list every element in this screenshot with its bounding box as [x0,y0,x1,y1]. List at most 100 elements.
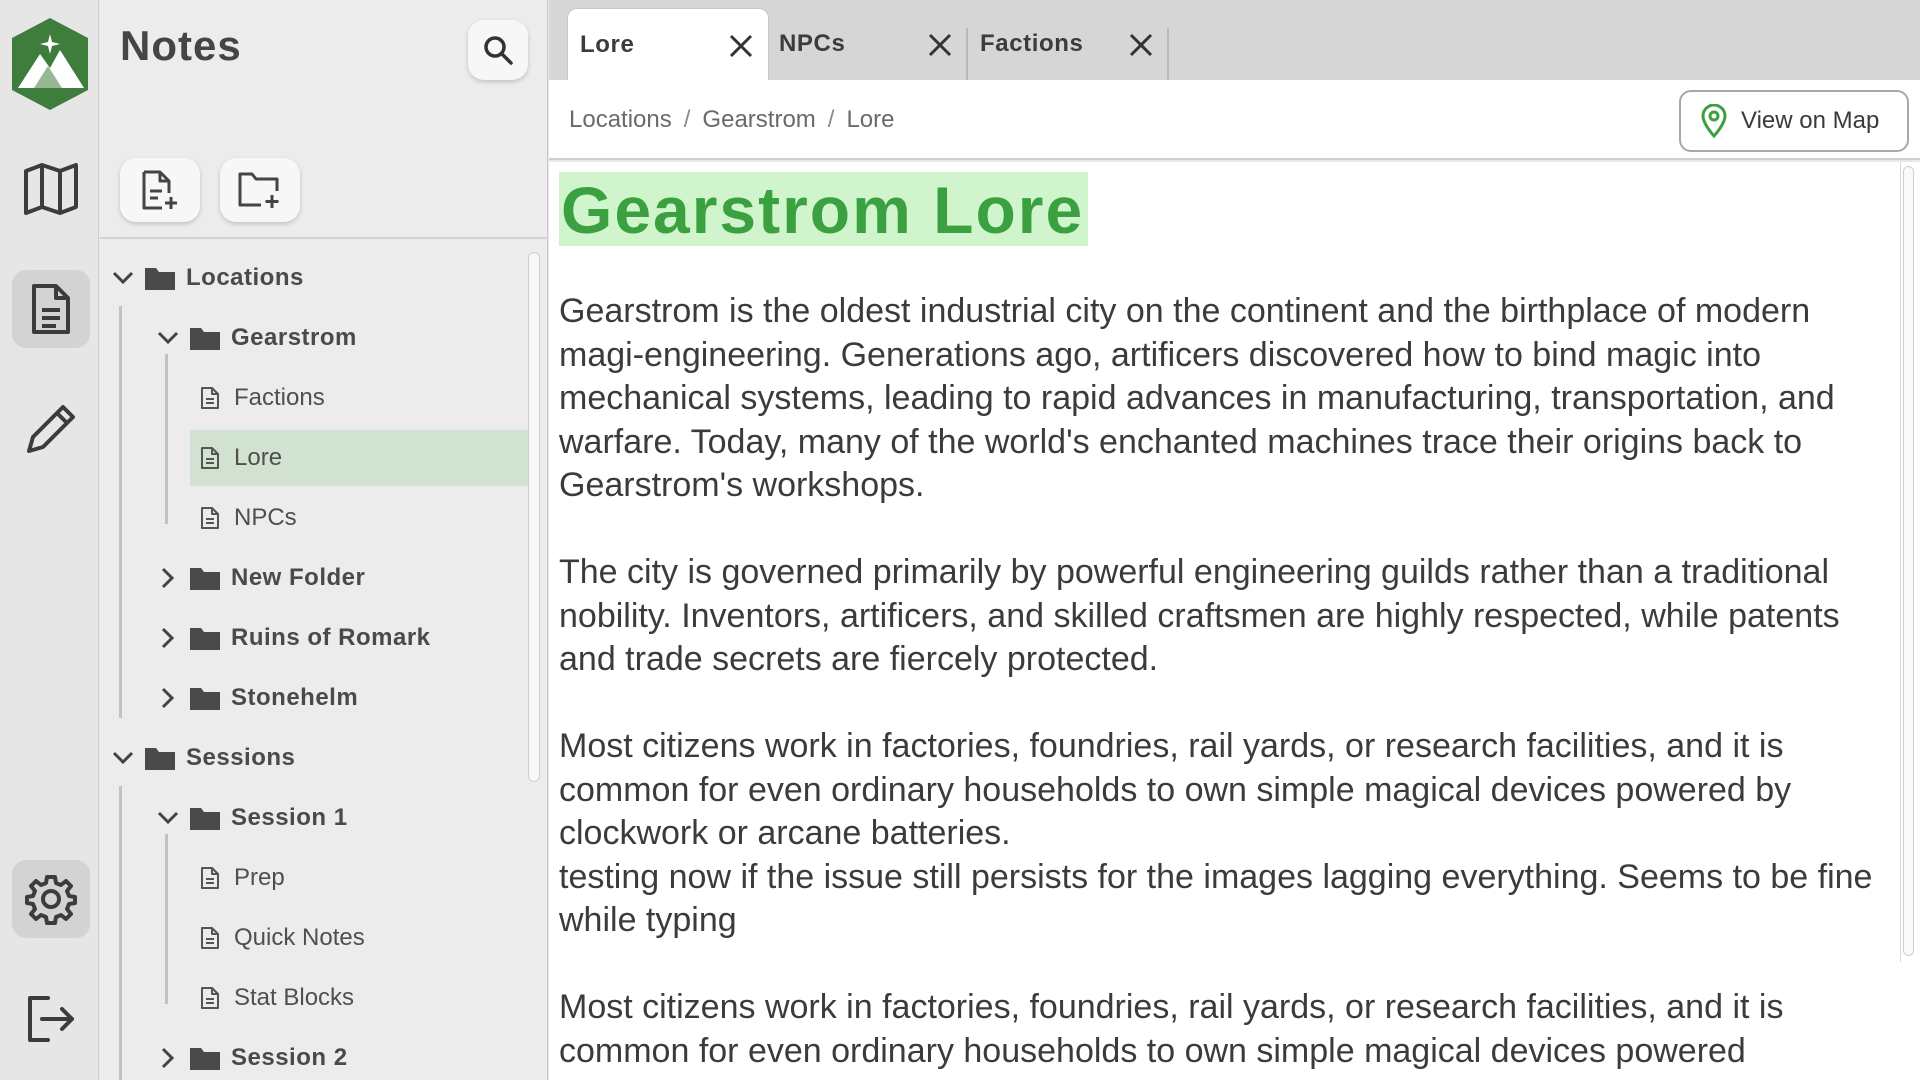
document-icon [201,987,219,1009]
new-folder-button[interactable] [220,158,300,222]
folder-icon [190,1048,220,1070]
chevron-down-icon[interactable] [153,323,183,353]
notes-panel: Notes Locations Gearstrom Factions Lore … [100,0,548,1080]
tab-npcs[interactable]: NPCs [767,8,967,80]
chevron-down-icon[interactable] [108,743,138,773]
tree-folder-gearstrom[interactable]: Gearstrom [153,310,357,366]
notes-title: Notes [120,22,242,69]
search-button[interactable] [468,20,528,80]
tab-lore[interactable]: Lore [567,8,769,80]
folder-icon [190,688,220,710]
paragraph[interactable]: Most citizens work in factories, foundri… [559,986,1899,1073]
chevron-right-icon[interactable] [153,563,183,593]
app-rail [0,0,99,1080]
tab-bar: Lore NPCs Factions [549,0,1920,80]
breadcrumb-item[interactable]: Gearstrom [702,106,815,134]
folder-label: Sessions [186,744,296,771]
editor-scrollbar-thumb[interactable] [1903,166,1914,956]
tab-separator [1167,28,1169,80]
tree-file-lore[interactable]: Lore [190,430,530,486]
search-icon [484,36,513,65]
view-on-map-button[interactable]: View on Map [1679,90,1909,152]
logout-icon[interactable] [12,980,90,1058]
file-label: Stat Blocks [234,984,355,1011]
notes-icon[interactable] [12,270,90,348]
paragraph[interactable]: The city is governed primarily by powerf… [559,551,1899,682]
folder-label: Session 1 [231,804,348,831]
tree-folder-ruins-of-romark[interactable]: Ruins of Romark [153,610,431,666]
folder-icon [190,808,220,830]
folder-label: Gearstrom [231,324,357,351]
tab-label: Factions [980,30,1084,57]
tree-file-factions[interactable]: Factions [190,370,530,426]
document-title[interactable]: Gearstrom Lore [559,172,1089,246]
folder-icon [190,628,220,650]
document-icon [201,387,219,409]
folder-label: Locations [186,264,304,291]
close-icon[interactable] [927,32,953,58]
new-note-button[interactable] [120,158,200,222]
tree-folder-stonehelm[interactable]: Stonehelm [153,670,358,726]
document-body[interactable]: Gearstrom is the oldest industrial city … [559,290,1899,1080]
close-icon[interactable] [728,33,754,59]
tree-file-npcs[interactable]: NPCs [190,490,530,546]
tab-factions[interactable]: Factions [968,8,1168,80]
file-label: Factions [234,384,325,411]
settings-icon[interactable] [12,860,90,938]
breadcrumb-item[interactable]: Lore [846,106,894,134]
file-label: NPCs [234,504,297,531]
tree-folder-session-1[interactable]: Session 1 [153,790,348,846]
document-icon [201,927,219,949]
paragraph[interactable]: Most citizens work in factories, foundri… [559,725,1899,856]
tab-label: NPCs [779,30,846,57]
pencil-icon[interactable] [12,390,90,468]
chevron-right-icon[interactable] [153,1043,183,1073]
paragraph[interactable]: testing now if the issue still persists … [559,856,1899,943]
tree-guide [119,306,122,718]
tree-guide [165,834,168,1004]
folder-icon [190,568,220,590]
file-label: Quick Notes [234,924,365,951]
new-file-icon [142,170,177,210]
map-pin-icon [1701,104,1727,138]
app-logo-icon[interactable] [8,16,92,112]
file-label: Lore [234,444,283,471]
breadcrumb-separator: / [827,106,835,133]
tree-folder-new-folder[interactable]: New Folder [153,550,365,606]
breadcrumb-separator: / [683,106,691,133]
breadcrumb-item[interactable]: Locations [569,106,672,134]
breadcrumb: Locations / Gearstrom / Lore [569,106,895,134]
document-icon [201,867,219,889]
folder-icon [145,268,175,290]
note-editor[interactable]: Gearstrom Lore Gearstrom is the oldest i… [549,162,1920,1080]
tree-file-quick-notes[interactable]: Quick Notes [190,910,530,966]
tree-folder-locations[interactable]: Locations [108,250,304,306]
folder-label: Session 2 [231,1044,348,1071]
tree-scrollbar[interactable] [528,252,540,782]
close-icon[interactable] [1128,32,1154,58]
tree-guide [165,354,168,524]
document-icon [201,447,219,469]
file-tree: Locations Gearstrom Factions Lore NPCs N… [100,240,530,1080]
paragraph[interactable]: Gearstrom is the oldest industrial city … [559,290,1899,508]
folder-icon [190,328,220,350]
folder-label: Ruins of Romark [231,624,431,651]
chevron-right-icon[interactable] [153,623,183,653]
folder-label: New Folder [231,564,366,591]
view-on-map-label: View on Map [1741,107,1880,134]
new-folder-icon [238,172,279,208]
chevron-down-icon[interactable] [153,803,183,833]
tree-file-stat-blocks[interactable]: Stat Blocks [190,970,530,1026]
chevron-down-icon[interactable] [108,263,138,293]
notes-divider [100,237,548,239]
tab-label: Lore [580,30,635,58]
tree-file-prep[interactable]: Prep [190,850,530,906]
breadcrumb-bar: Locations / Gearstrom / Lore View on Map [549,80,1920,160]
document-icon [201,507,219,529]
tree-folder-session-2[interactable]: Session 2 [153,1030,348,1080]
map-icon[interactable] [12,150,90,228]
chevron-right-icon[interactable] [153,683,183,713]
file-label: Prep [234,864,285,891]
tree-folder-sessions[interactable]: Sessions [108,730,295,786]
editor-scrollbar[interactable] [1900,162,1916,962]
